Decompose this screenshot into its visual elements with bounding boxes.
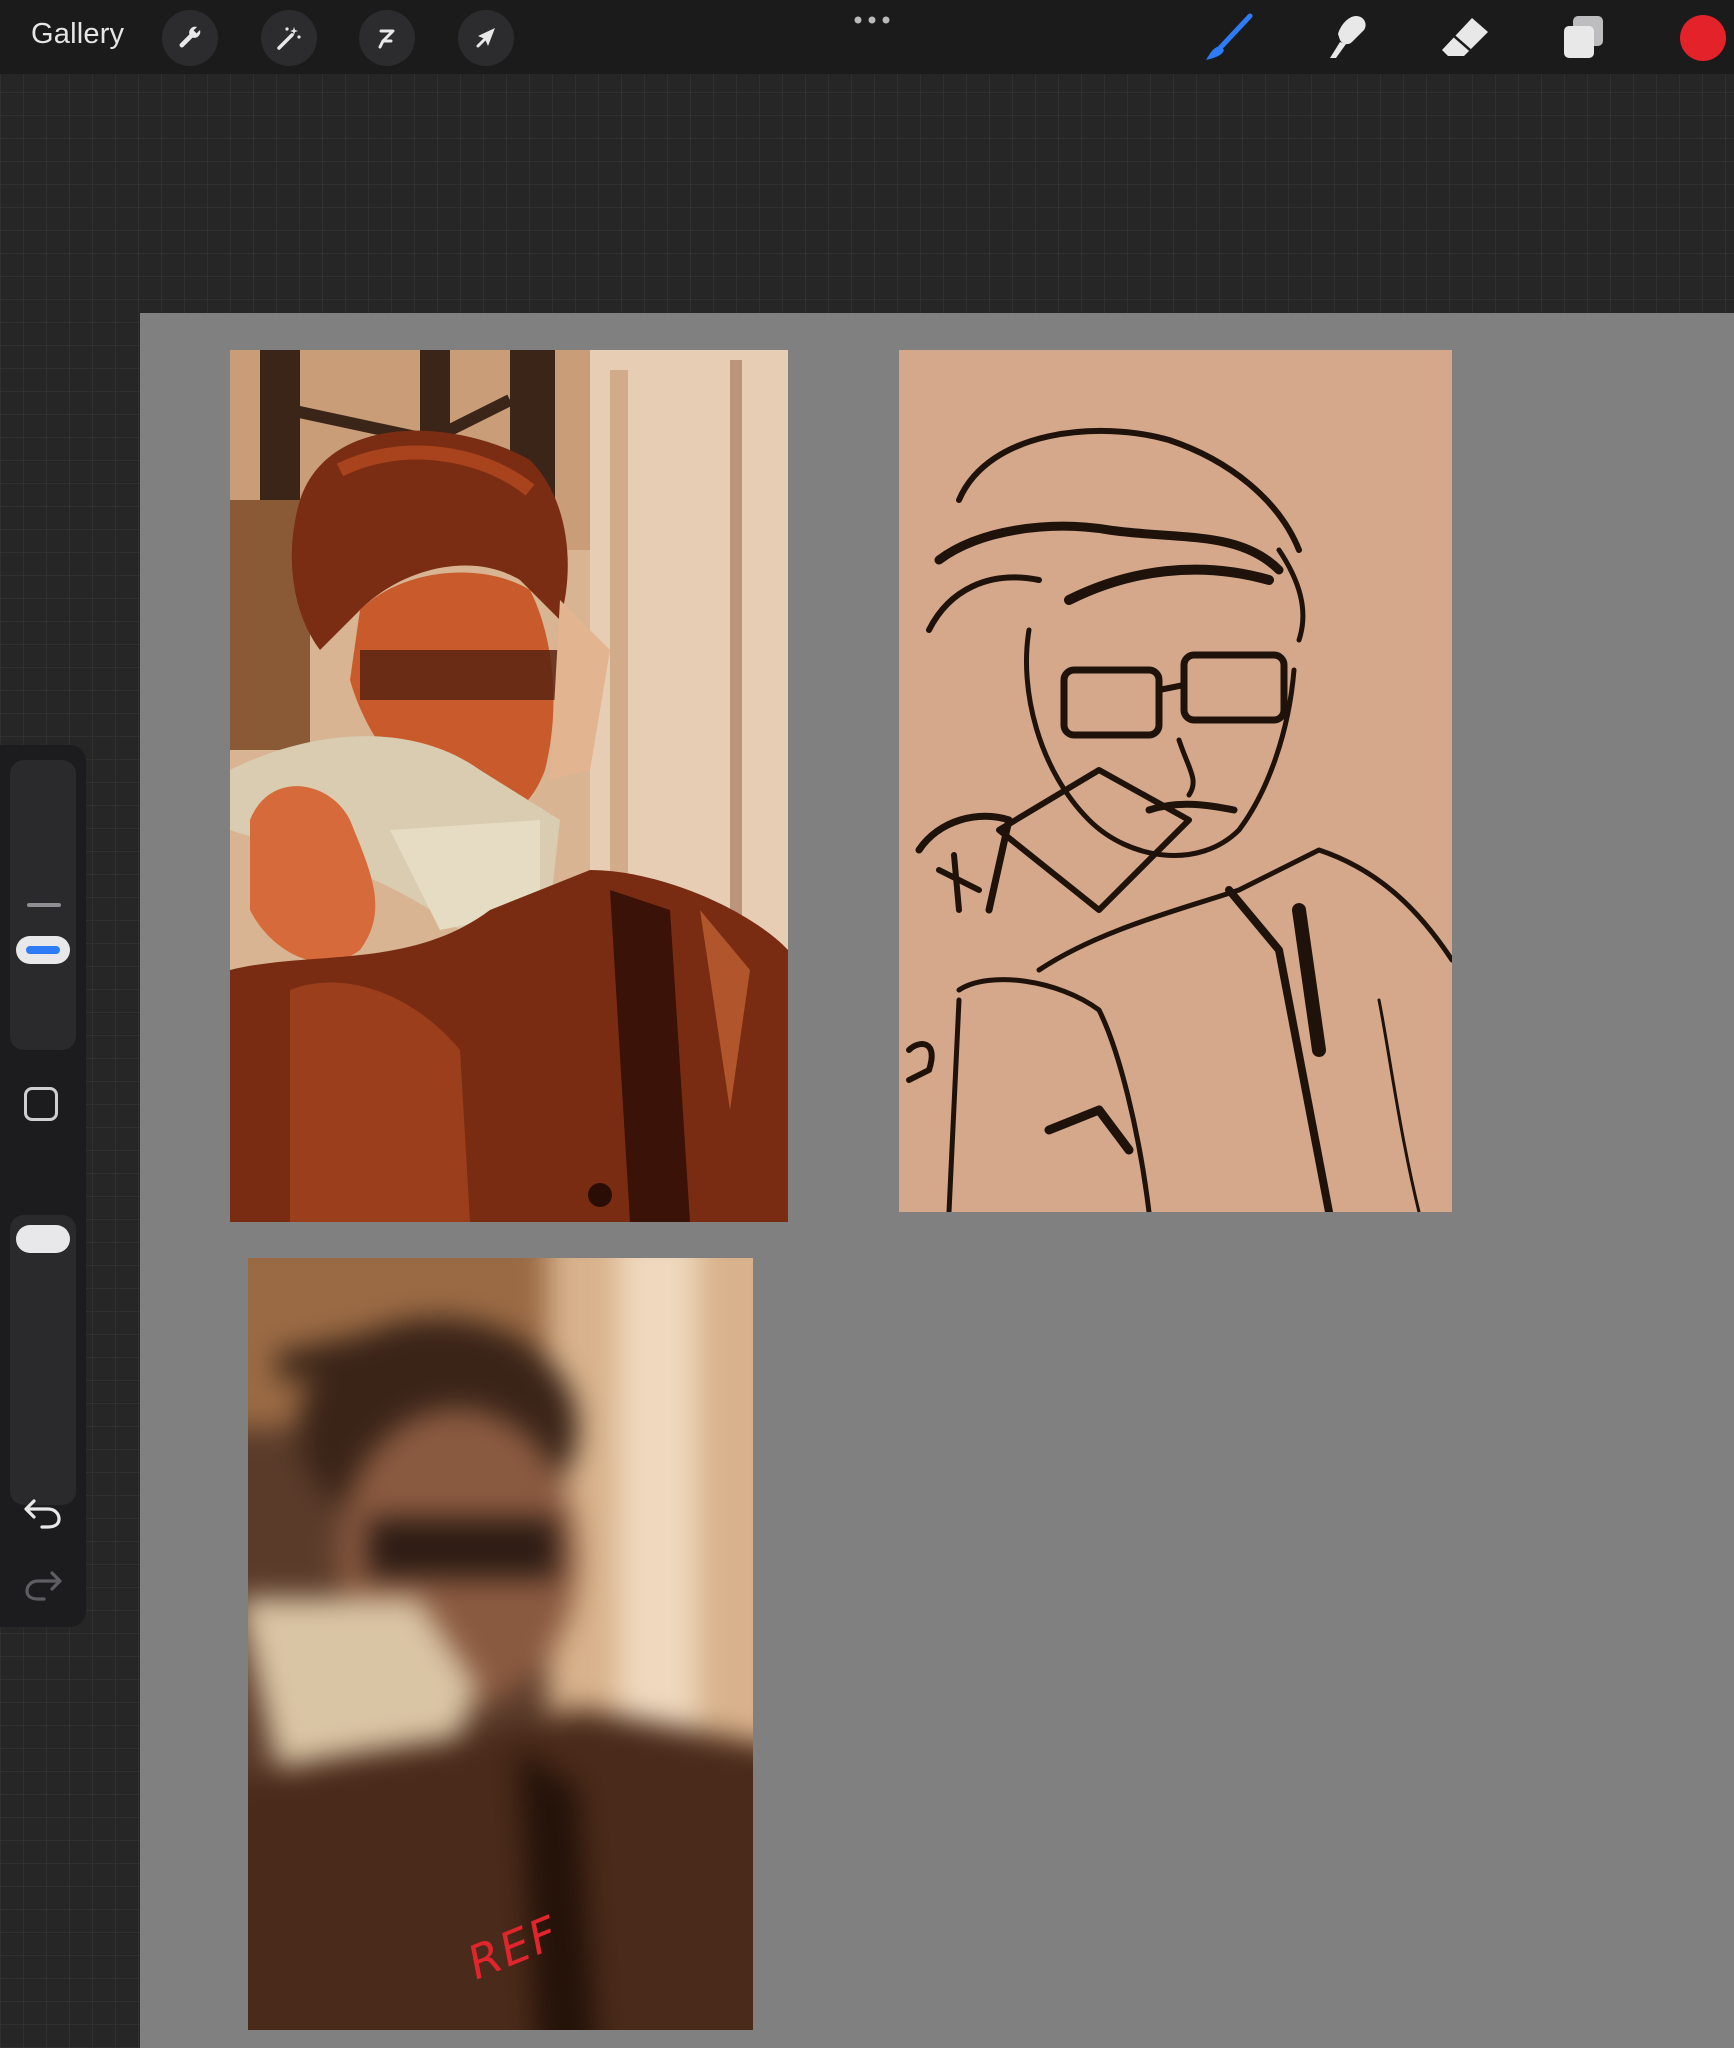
opacity-thumb[interactable]	[16, 1225, 70, 1253]
sidebar	[0, 745, 86, 1627]
magic-wand-icon	[277, 27, 301, 50]
redo-icon[interactable]	[22, 1567, 64, 1603]
selection-icon	[378, 29, 395, 49]
brush-icon[interactable]	[1200, 12, 1256, 64]
smudge-icon[interactable]	[1318, 12, 1374, 64]
modify-button[interactable]	[24, 1087, 58, 1121]
selection-button[interactable]	[359, 10, 415, 66]
layers-icon[interactable]	[1555, 12, 1611, 64]
eraser-icon[interactable]	[1436, 12, 1492, 64]
transform-arrow-icon	[476, 28, 495, 48]
top-toolbar: Gallery	[0, 0, 1734, 74]
more-options-icon[interactable]	[852, 14, 892, 26]
adjustments-button[interactable]	[261, 10, 317, 66]
painted-study-image	[230, 350, 788, 1222]
line-sketch-image	[899, 350, 1452, 1212]
brush-size-thumb[interactable]	[16, 936, 70, 964]
reference-photo	[248, 1258, 753, 2030]
brush-opacity-slider[interactable]	[10, 1215, 76, 1505]
transform-button[interactable]	[458, 10, 514, 66]
wrench-icon	[179, 26, 201, 48]
brush-size-slider[interactable]	[10, 760, 76, 1050]
actions-button[interactable]	[162, 10, 218, 66]
gallery-button[interactable]: Gallery	[31, 18, 124, 51]
slider-tick	[27, 903, 61, 907]
color-picker-button[interactable]	[1680, 15, 1726, 61]
undo-icon[interactable]	[22, 1495, 64, 1531]
